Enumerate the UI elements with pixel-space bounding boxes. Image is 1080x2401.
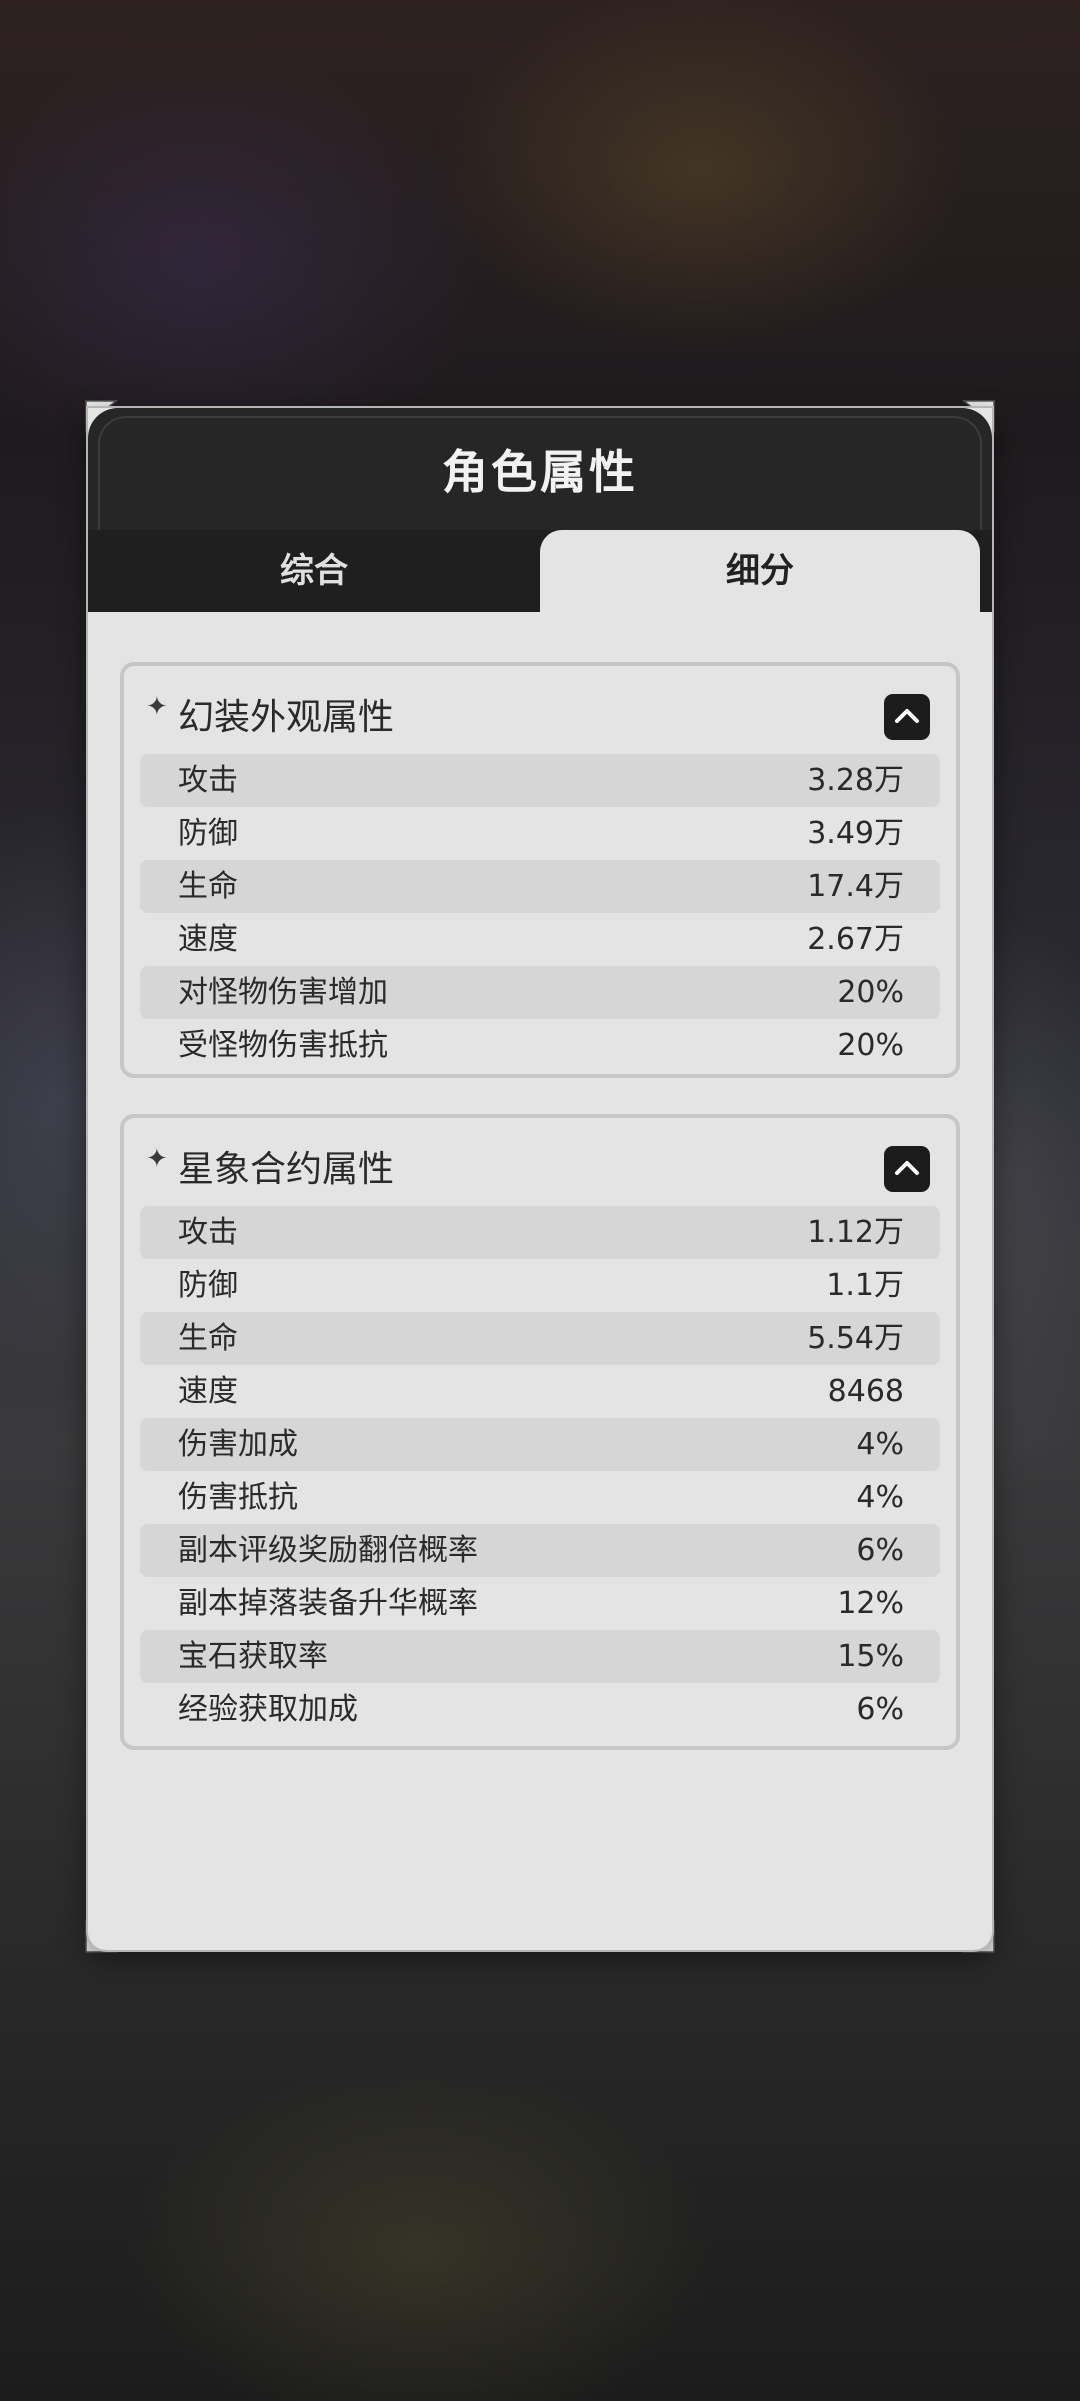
attribute-value: 5.54万: [807, 1321, 904, 1356]
attribute-label: 速度: [178, 1374, 238, 1409]
tab-overview[interactable]: 综合: [88, 530, 540, 612]
attribute-list: 攻击 1.12万 防御 1.1万 生命 5.54万 速度 8468 伤害加成 4…: [140, 1206, 940, 1736]
attribute-row: 攻击 1.12万: [140, 1206, 940, 1259]
attribute-value: 6%: [856, 1692, 904, 1727]
attribute-value: 15%: [837, 1639, 904, 1674]
attribute-label: 生命: [178, 1321, 238, 1356]
sparkle-icon: ✦: [146, 692, 168, 722]
attribute-value: 3.28万: [807, 763, 904, 798]
attribute-row: 速度 2.67万: [140, 913, 940, 966]
attribute-row: 受怪物伤害抵抗 20%: [140, 1019, 940, 1072]
attribute-list: 攻击 3.28万 防御 3.49万 生命 17.4万 速度 2.67万 对怪物伤…: [140, 754, 940, 1072]
attribute-value: 3.49万: [807, 816, 904, 851]
attribute-value: 6%: [856, 1533, 904, 1568]
attribute-label: 受怪物伤害抵抗: [178, 1028, 388, 1063]
attribute-label: 副本评级奖励翻倍概率: [178, 1533, 478, 1568]
attributes-panel: 角色属性 综合 细分 ✦ 幻装外观属性 攻击 3.28万 防御 3.49万 生命…: [88, 408, 992, 1950]
sparkle-icon: ✦: [146, 1144, 168, 1174]
attribute-label: 防御: [178, 816, 238, 851]
attribute-value: 1.1万: [826, 1268, 904, 1303]
attribute-row: 经验获取加成 6%: [140, 1683, 940, 1736]
panel-title: 角色属性: [442, 445, 638, 499]
attribute-row: 攻击 3.28万: [140, 754, 940, 807]
attribute-value: 20%: [837, 1028, 904, 1063]
section-header[interactable]: ✦ 星象合约属性: [124, 1118, 956, 1204]
tab-bar: 综合 细分: [88, 530, 992, 612]
panel-header: 角色属性: [88, 408, 992, 530]
collapse-button[interactable]: [884, 1146, 930, 1192]
attribute-label: 攻击: [178, 1215, 238, 1250]
attribute-row: 生命 17.4万: [140, 860, 940, 913]
attribute-row: 对怪物伤害增加 20%: [140, 966, 940, 1019]
attribute-label: 宝石获取率: [178, 1639, 328, 1674]
attribute-label: 副本掉落装备升华概率: [178, 1586, 478, 1621]
attribute-label: 生命: [178, 869, 238, 904]
chevron-up-icon: [895, 709, 919, 723]
attribute-row: 宝石获取率 15%: [140, 1630, 940, 1683]
attribute-row: 防御 1.1万: [140, 1259, 940, 1312]
collapse-button[interactable]: [884, 694, 930, 740]
chevron-up-icon: [895, 1161, 919, 1175]
attribute-value: 20%: [837, 975, 904, 1010]
section-title: 星象合约属性: [178, 1149, 395, 1190]
attribute-label: 速度: [178, 922, 238, 957]
attribute-value: 17.4万: [807, 869, 904, 904]
attribute-row: 速度 8468: [140, 1365, 940, 1418]
section-costume-attributes: ✦ 幻装外观属性 攻击 3.28万 防御 3.49万 生命 17.4万 速度 2…: [120, 662, 960, 1078]
attribute-row: 伤害加成 4%: [140, 1418, 940, 1471]
attribute-value: 8468: [827, 1374, 904, 1409]
attribute-value: 2.67万: [807, 922, 904, 957]
attribute-label: 伤害加成: [178, 1427, 298, 1462]
attribute-row: 副本掉落装备升华概率 12%: [140, 1577, 940, 1630]
section-header[interactable]: ✦ 幻装外观属性: [124, 666, 956, 752]
attribute-row: 防御 3.49万: [140, 807, 940, 860]
attribute-row: 生命 5.54万: [140, 1312, 940, 1365]
attribute-value: 12%: [837, 1586, 904, 1621]
attribute-value: 4%: [856, 1480, 904, 1515]
attribute-row: 伤害抵抗 4%: [140, 1471, 940, 1524]
attribute-value: 1.12万: [807, 1215, 904, 1250]
attribute-label: 对怪物伤害增加: [178, 975, 388, 1010]
attribute-label: 经验获取加成: [178, 1692, 358, 1727]
attribute-row: 副本评级奖励翻倍概率 6%: [140, 1524, 940, 1577]
attribute-value: 4%: [856, 1427, 904, 1462]
attribute-label: 攻击: [178, 763, 238, 798]
section-constellation-attributes: ✦ 星象合约属性 攻击 1.12万 防御 1.1万 生命 5.54万 速度 84…: [120, 1114, 960, 1750]
attribute-label: 防御: [178, 1268, 238, 1303]
section-title: 幻装外观属性: [178, 697, 395, 738]
tab-detailed[interactable]: 细分: [540, 530, 980, 612]
attribute-label: 伤害抵抗: [178, 1480, 298, 1515]
